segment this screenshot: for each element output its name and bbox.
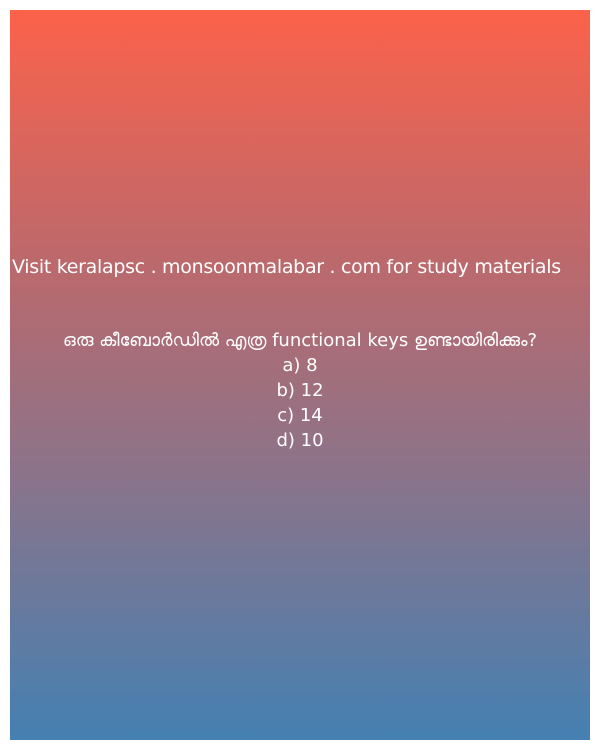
options-list: a) 8 b) 12 c) 14 d) 10	[10, 353, 590, 453]
quiz-card: Visit keralapsc . monsoonmalabar . com f…	[10, 10, 590, 740]
question-text: ഒരു കീബോർഡിൽ എത്ര functional keys ഉണ്ടായ…	[62, 330, 538, 351]
option-d: d) 10	[276, 430, 324, 451]
option-c: c) 14	[277, 405, 323, 426]
option-b: b) 12	[276, 380, 324, 401]
promo-text: Visit keralapsc . monsoonmalabar . com f…	[12, 256, 561, 278]
quiz-block: ഒരു കീബോർഡിൽ എത്ര functional keys ഉണ്ടായ…	[10, 328, 590, 453]
option-a: a) 8	[282, 355, 318, 376]
